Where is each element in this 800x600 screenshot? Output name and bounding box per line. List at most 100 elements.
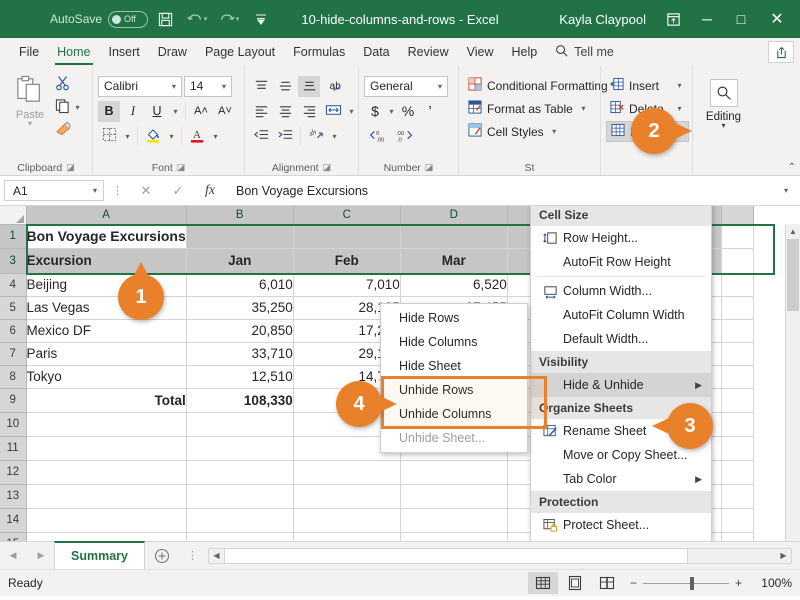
row-header-3[interactable]: 3 (0, 248, 26, 273)
tab-home[interactable]: Home (48, 38, 99, 66)
insert-cells-caret[interactable]: ▾ (674, 81, 685, 90)
number-format-caret[interactable]: ▾ (435, 82, 445, 91)
row-header-6[interactable]: 6 (0, 319, 26, 342)
align-center-button[interactable] (274, 101, 296, 122)
select-all-corner[interactable] (0, 206, 26, 224)
cell-extra-8[interactable] (721, 365, 753, 388)
cell-a7[interactable]: Paris (26, 342, 186, 365)
cell-c12[interactable] (293, 460, 400, 484)
menu-item-column-width[interactable]: Column Width... (531, 279, 711, 303)
cell-d12[interactable] (400, 460, 507, 484)
cell-b5[interactable]: 35,250 (186, 296, 293, 319)
row-header-10[interactable]: 10 (0, 412, 26, 436)
increase-indent-button[interactable] (274, 126, 296, 147)
menu-item-protect-sheet[interactable]: Protect Sheet... (531, 513, 711, 537)
cell-d14[interactable] (400, 508, 507, 532)
underline-caret[interactable]: ▾ (170, 107, 181, 116)
vertical-scrollbar[interactable]: ▲ (785, 224, 800, 541)
cell-extra-13[interactable] (721, 484, 753, 508)
column-header-d[interactable]: D (400, 206, 507, 224)
percent-format-button[interactable]: % (397, 101, 419, 122)
row-header-14[interactable]: 14 (0, 508, 26, 532)
cell-b1[interactable] (186, 224, 293, 248)
collapse-ribbon-button[interactable]: ⌃ (788, 162, 796, 173)
tab-page-layout[interactable]: Page Layout (196, 38, 284, 66)
cell-b11[interactable] (186, 436, 293, 460)
cell-a14[interactable] (26, 508, 186, 532)
next-sheet-icon[interactable]: ▶ (32, 550, 50, 561)
cancel-icon[interactable]: ✕ (132, 180, 160, 202)
decrease-indent-button[interactable] (250, 126, 272, 147)
horizontal-scrollbar[interactable]: ⋮ ◀ ▶ (179, 542, 800, 569)
tab-help[interactable]: Help (503, 38, 547, 66)
font-color-caret[interactable]: ▾ (210, 132, 221, 141)
cell-extra-9[interactable] (721, 388, 753, 412)
cell-b4[interactable]: 6,010 (186, 273, 293, 296)
paste-dropdown-caret[interactable]: ▾ (28, 121, 32, 127)
alignment-dialog-launcher[interactable]: ◪ (323, 162, 332, 173)
scroll-left-arrow[interactable]: ◀ (209, 549, 224, 563)
cell-extra-1[interactable] (721, 224, 753, 248)
expand-formula-bar-caret[interactable]: ▾ (776, 186, 796, 195)
cell-extra-6[interactable] (721, 319, 753, 342)
customize-quick-access-icon[interactable] (246, 4, 276, 34)
cell-d15[interactable] (400, 532, 507, 541)
formula-input[interactable]: Bon Voyage Excursions (228, 180, 772, 201)
cell-a3[interactable]: Excursion (26, 248, 186, 273)
cell-extra-3[interactable] (721, 248, 753, 273)
font-name-caret[interactable]: ▾ (169, 82, 179, 91)
column-header-extra[interactable] (721, 206, 753, 224)
undo-icon[interactable]: ▾ (182, 4, 212, 34)
row-header-7[interactable]: 7 (0, 342, 26, 365)
cell-c13[interactable] (293, 484, 400, 508)
ribbon-display-options-icon[interactable] (656, 4, 690, 34)
row-header-15[interactable]: 15 (0, 532, 26, 541)
sheet-split-handle[interactable]: ⋮ (179, 549, 206, 562)
row-header-11[interactable]: 11 (0, 436, 26, 460)
scroll-up-arrow[interactable]: ▲ (786, 224, 800, 239)
cell-b14[interactable] (186, 508, 293, 532)
zoom-out-button[interactable]: − (630, 576, 637, 590)
font-size-input[interactable]: 14 ▾ (184, 76, 232, 97)
cell-a12[interactable] (26, 460, 186, 484)
comma-format-button[interactable]: ’ (419, 101, 441, 122)
cell-a8[interactable]: Tokyo (26, 365, 186, 388)
copy-dropdown-caret[interactable]: ▾ (72, 103, 83, 112)
vertical-scroll-thumb[interactable] (787, 239, 799, 311)
cell-extra-15[interactable] (721, 532, 753, 541)
number-dialog-launcher[interactable]: ◪ (425, 162, 434, 173)
close-button[interactable]: ✕ (758, 4, 796, 34)
font-color-button[interactable]: A (186, 126, 208, 147)
accounting-format-button[interactable]: $ (364, 101, 386, 122)
autosave-switch[interactable]: Off (108, 11, 148, 28)
zoom-level-label[interactable]: 100% (750, 576, 792, 590)
cut-button[interactable] (55, 74, 83, 95)
font-dialog-launcher[interactable]: ◪ (177, 162, 186, 173)
tab-file[interactable]: File (10, 38, 48, 66)
cell-extra-4[interactable] (721, 273, 753, 296)
accounting-caret[interactable]: ▾ (386, 107, 397, 116)
submenu-item-hide-rows[interactable]: Hide Rows (381, 306, 527, 330)
row-header-4[interactable]: 4 (0, 273, 26, 296)
tab-formulas[interactable]: Formulas (284, 38, 354, 66)
decrease-decimal-button[interactable]: .00.0 (392, 126, 418, 147)
row-header-8[interactable]: 8 (0, 365, 26, 388)
cell-b8[interactable]: 12,510 (186, 365, 293, 388)
cell-c15[interactable] (293, 532, 400, 541)
cell-b12[interactable] (186, 460, 293, 484)
delete-cells-caret[interactable]: ▾ (674, 104, 685, 113)
cell-d3[interactable]: Mar (400, 248, 507, 273)
align-top-button[interactable] (250, 76, 272, 97)
cell-b6[interactable]: 20,850 (186, 319, 293, 342)
horizontal-scroll-thumb[interactable] (224, 549, 688, 563)
borders-button[interactable] (98, 126, 120, 147)
align-left-button[interactable] (250, 101, 272, 122)
fill-color-caret[interactable]: ▾ (166, 132, 177, 141)
grow-font-button[interactable]: A˄ (190, 101, 212, 122)
zoom-control[interactable]: − + (624, 576, 748, 590)
underline-button[interactable]: U (146, 101, 168, 122)
cell-b7[interactable]: 33,710 (186, 342, 293, 365)
autosave-toggle[interactable]: AutoSave Off (50, 11, 148, 28)
cell-b9[interactable]: 108,330 (186, 388, 293, 412)
orientation-button[interactable]: ab (305, 126, 327, 147)
